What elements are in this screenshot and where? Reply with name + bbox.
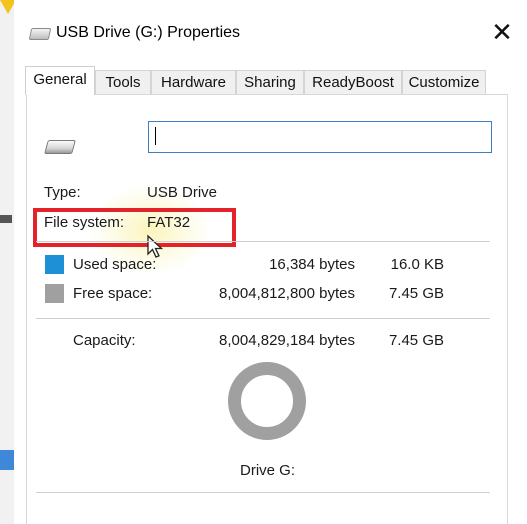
usb-drive-icon — [44, 140, 76, 154]
usb-drive-icon — [28, 28, 52, 40]
text-caret — [155, 127, 156, 145]
close-button[interactable]: ✕ — [482, 14, 522, 50]
desktop-background — [0, 0, 16, 524]
free-space-size: 7.45 GB — [388, 285, 444, 302]
used-space-bytes: 16,384 bytes — [269, 256, 355, 273]
volume-label-input[interactable] — [148, 121, 492, 153]
separator — [36, 241, 490, 242]
tab-tools[interactable]: Tools — [95, 70, 151, 94]
disk-usage-donut — [228, 362, 306, 440]
separator — [36, 492, 490, 493]
drive-label: Drive G: — [240, 462, 296, 479]
used-space-swatch — [45, 255, 64, 274]
tab-hardware[interactable]: Hardware — [151, 70, 236, 94]
tab-customize[interactable]: Customize — [402, 70, 486, 94]
window-title: USB Drive (G:) Properties — [56, 24, 241, 41]
desktop-shortcut-icon — [0, 450, 14, 470]
capacity-size: 7.45 GB — [388, 332, 444, 349]
desktop-drive-icon — [0, 215, 12, 223]
close-icon: ✕ — [491, 17, 513, 47]
title-bar[interactable]: USB Drive (G:) Properties ✕ — [14, 0, 527, 64]
free-space-bytes: 8,004,812,800 bytes — [219, 285, 355, 302]
tab-readyboost[interactable]: ReadyBoost — [304, 70, 402, 94]
type-value: USB Drive — [147, 184, 218, 201]
capacity-bytes: 8,004,829,184 bytes — [219, 332, 355, 349]
capacity-label: Capacity: — [73, 332, 136, 349]
free-space-swatch — [45, 284, 64, 303]
tab-general[interactable]: General — [25, 66, 95, 95]
separator — [36, 318, 490, 319]
general-tab-panel — [26, 94, 508, 524]
free-space-label: Free space: — [73, 285, 153, 302]
used-space-label: Used space: — [73, 256, 157, 273]
type-label: Type: — [44, 184, 81, 201]
used-space-size: 16.0 KB — [390, 256, 444, 273]
tab-sharing[interactable]: Sharing — [236, 70, 304, 94]
